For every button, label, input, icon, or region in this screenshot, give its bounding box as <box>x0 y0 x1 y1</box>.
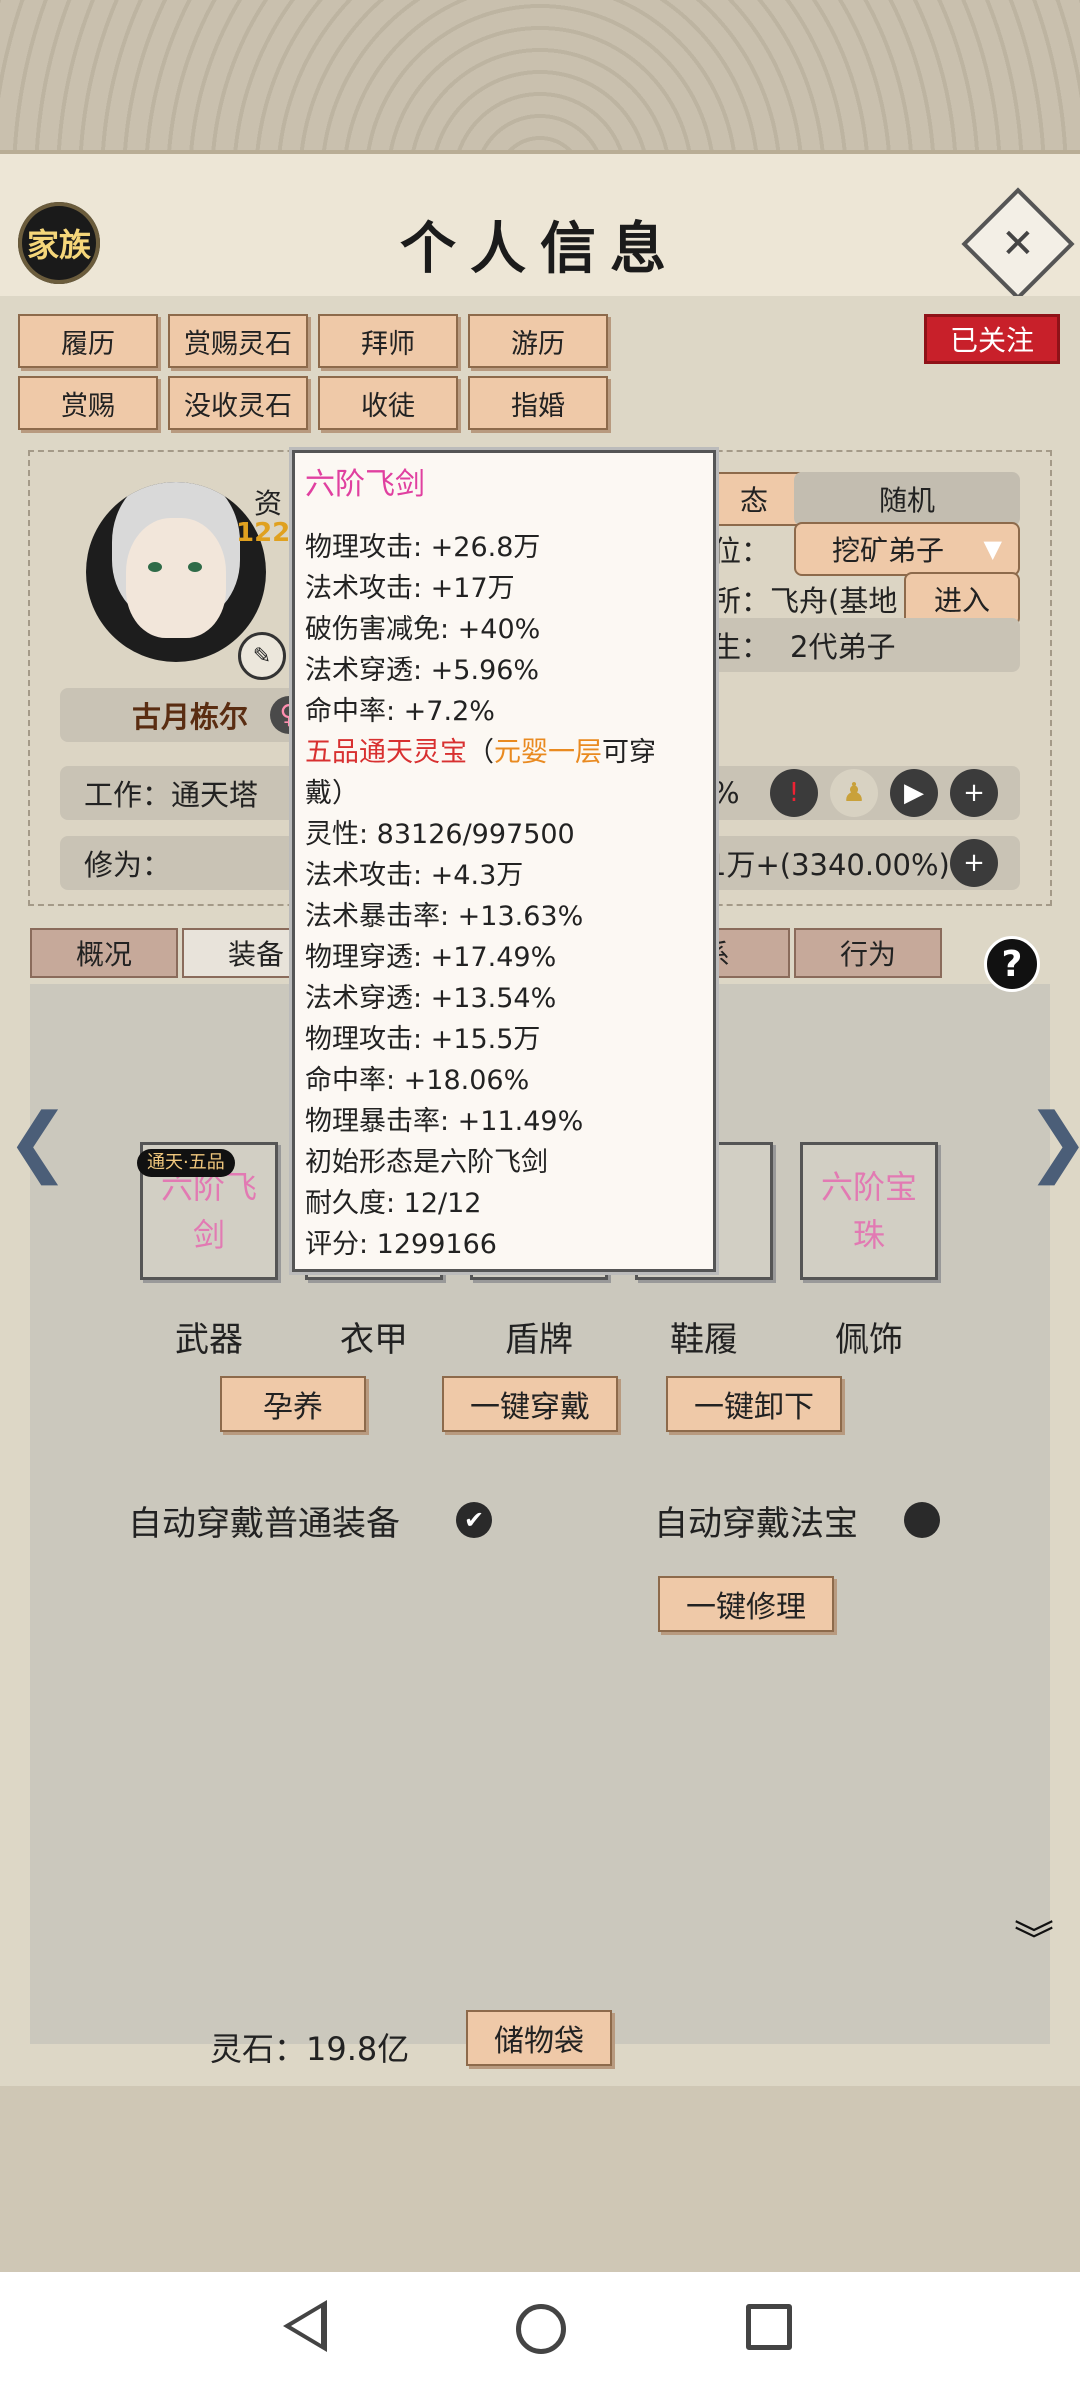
location-label: 所：飞舟(基地 <box>712 584 898 618</box>
previous-arrow-icon[interactable]: ❮ <box>6 1096 70 1185</box>
position-dropdown[interactable]: 挖矿弟子 ▼ <box>794 522 1020 576</box>
tooltip-stat: 法术暴击率: +13.63% <box>305 901 584 932</box>
edit-pen-icon[interactable]: ✎ <box>238 632 286 680</box>
tooltip-stat: 物理攻击: +15.5万 <box>305 1024 541 1055</box>
accessory-slot[interactable]: 六阶宝珠 <box>800 1142 938 1280</box>
equip-all-button[interactable]: 一键穿戴 <box>442 1376 618 1432</box>
travel-button[interactable]: 游历 <box>468 314 608 368</box>
plus-icon[interactable]: + <box>950 769 998 817</box>
avatar-eye <box>188 562 202 572</box>
cultivation-plus-icon[interactable]: + <box>950 839 998 887</box>
avatar-face <box>126 518 226 638</box>
treasure-tail: 可穿 <box>602 737 656 768</box>
auto-equip-treasure-radio[interactable] <box>904 1502 940 1538</box>
unequip-all-button[interactable]: 一键卸下 <box>666 1376 842 1432</box>
tooltip-treasure-line-2: 戴） <box>305 778 359 809</box>
top-decorative-background <box>0 0 1080 150</box>
avatar[interactable] <box>86 482 266 662</box>
random-button[interactable]: 随机 <box>794 472 1020 526</box>
spirit-stone-count: 灵石：19.8亿 <box>210 2030 410 2068</box>
recent-apps-icon[interactable] <box>746 2304 792 2350</box>
accessory-label: 佩饰 <box>835 1320 903 1360</box>
history-button[interactable]: 履历 <box>18 314 158 368</box>
shoes-label: 鞋履 <box>670 1320 738 1360</box>
next-arrow-icon[interactable]: ❯ <box>1026 1096 1080 1185</box>
aptitude-label: 资 <box>254 487 283 520</box>
confiscate-stone-button[interactable]: 没收灵石 <box>168 376 308 430</box>
tooltip-stat: 灵性: 83126/997500 <box>305 819 575 850</box>
item-tooltip: 六阶飞剑 物理攻击: +26.8万 法术攻击: +17万 破伤害减免: +40%… <box>292 450 716 1272</box>
armor-label: 衣甲 <box>340 1320 408 1360</box>
tooltip-title: 六阶飞剑 <box>305 467 425 502</box>
tooltip-stat: 物理穿透: +17.49% <box>305 942 557 973</box>
tooltip-treasure-line: 五品通天灵宝（元婴一层可穿 <box>305 732 703 773</box>
character-name-text: 古月栋尔 <box>131 700 248 734</box>
tooltip-stat: 法术穿透: +13.54% <box>305 983 557 1014</box>
bottom-background <box>0 2086 1080 2272</box>
nurture-button[interactable]: 孕养 <box>220 1376 366 1432</box>
tooltip-stat: 命中率: +18.06% <box>305 1065 530 1096</box>
accessory-item: 六阶宝珠 <box>820 1168 917 1254</box>
weapon-item: 六阶飞剑 <box>160 1168 257 1254</box>
generation-label: 生： <box>712 630 771 664</box>
avatar-eye <box>148 562 162 572</box>
close-icon: ✕ <box>1001 220 1035 267</box>
tooltip-stat: 法术穿透: +5.96% <box>305 655 540 686</box>
weapon-label: 武器 <box>175 1320 243 1360</box>
help-icon[interactable]: ? <box>984 936 1040 992</box>
tooltip-stat: 法术攻击: +4.3万 <box>305 860 524 891</box>
chevron-down-icon: ▼ <box>983 535 1002 563</box>
auto-equip-normal-checkbox[interactable]: ✔ <box>456 1502 492 1538</box>
storage-bag-button[interactable]: 储物袋 <box>466 2010 612 2066</box>
tooltip-stat: 破伤害减免: +40% <box>305 614 541 645</box>
header-bar: 家族 个人信息 ✕ <box>0 150 1080 301</box>
reward-button[interactable]: 赏赐 <box>18 376 158 430</box>
aptitude-value: 122 <box>236 518 291 548</box>
treasure-name: 五品通天灵宝 <box>305 737 467 768</box>
reward-stone-button[interactable]: 赏赐灵石 <box>168 314 308 368</box>
auto-equip-normal-label: 自动穿戴普通装备 <box>128 1504 400 1544</box>
back-icon[interactable] <box>283 2300 327 2352</box>
paren-open: （ <box>467 737 494 768</box>
expand-chevron-icon[interactable]: ︾ <box>1014 1908 1054 1966</box>
alert-icon[interactable]: ! <box>770 769 818 817</box>
auto-equip-treasure-label: 自动穿戴法宝 <box>654 1504 858 1544</box>
character-name: 古月栋尔 ♀ <box>60 688 320 742</box>
tooltip-stat: 命中率: +7.2% <box>305 696 495 727</box>
arrange-marriage-button[interactable]: 指婚 <box>468 376 608 430</box>
position-value: 挖矿弟子 <box>832 534 945 567</box>
tooltip-stat: 法术攻击: +17万 <box>305 573 515 604</box>
tooltip-stat: 初始形态是六阶飞剑 <box>305 1147 548 1178</box>
tooltip-stat: 物理攻击: +26.8万 <box>305 532 541 563</box>
take-disciple-button[interactable]: 收徒 <box>318 376 458 430</box>
tooltip-stat: 耐久度: 12/12 <box>305 1188 482 1219</box>
home-icon[interactable] <box>516 2304 566 2354</box>
shield-label: 盾牌 <box>505 1320 573 1360</box>
play-icon[interactable]: ▶ <box>890 769 938 817</box>
page-title: 个人信息 <box>400 216 680 282</box>
treasure-requirement: 元婴一层 <box>494 737 602 768</box>
generation-row: 生： 2代弟子 <box>702 618 1020 672</box>
grade-badge: 通天·五品 <box>137 1149 235 1177</box>
character-figure-icon[interactable]: ♟ <box>830 769 878 817</box>
status-button[interactable]: 态 <box>702 472 806 526</box>
apprentice-button[interactable]: 拜师 <box>318 314 458 368</box>
tab-overview[interactable]: 概况 <box>30 928 178 978</box>
system-navigation-bar <box>0 2272 1080 2388</box>
tab-behavior[interactable]: 行为 <box>794 928 942 978</box>
weapon-slot[interactable]: 六阶飞剑 通天·五品 <box>137 1142 278 1280</box>
tooltip-stat: 评分: 1299166 <box>305 1229 497 1260</box>
tooltip-stat: 物理暴击率: +11.49% <box>305 1106 584 1137</box>
repair-all-button[interactable]: 一键修理 <box>658 1576 834 1632</box>
followed-badge[interactable]: 已关注 <box>924 314 1060 364</box>
generation-value: 2代弟子 <box>790 630 896 664</box>
position-label: 位： <box>712 534 771 568</box>
